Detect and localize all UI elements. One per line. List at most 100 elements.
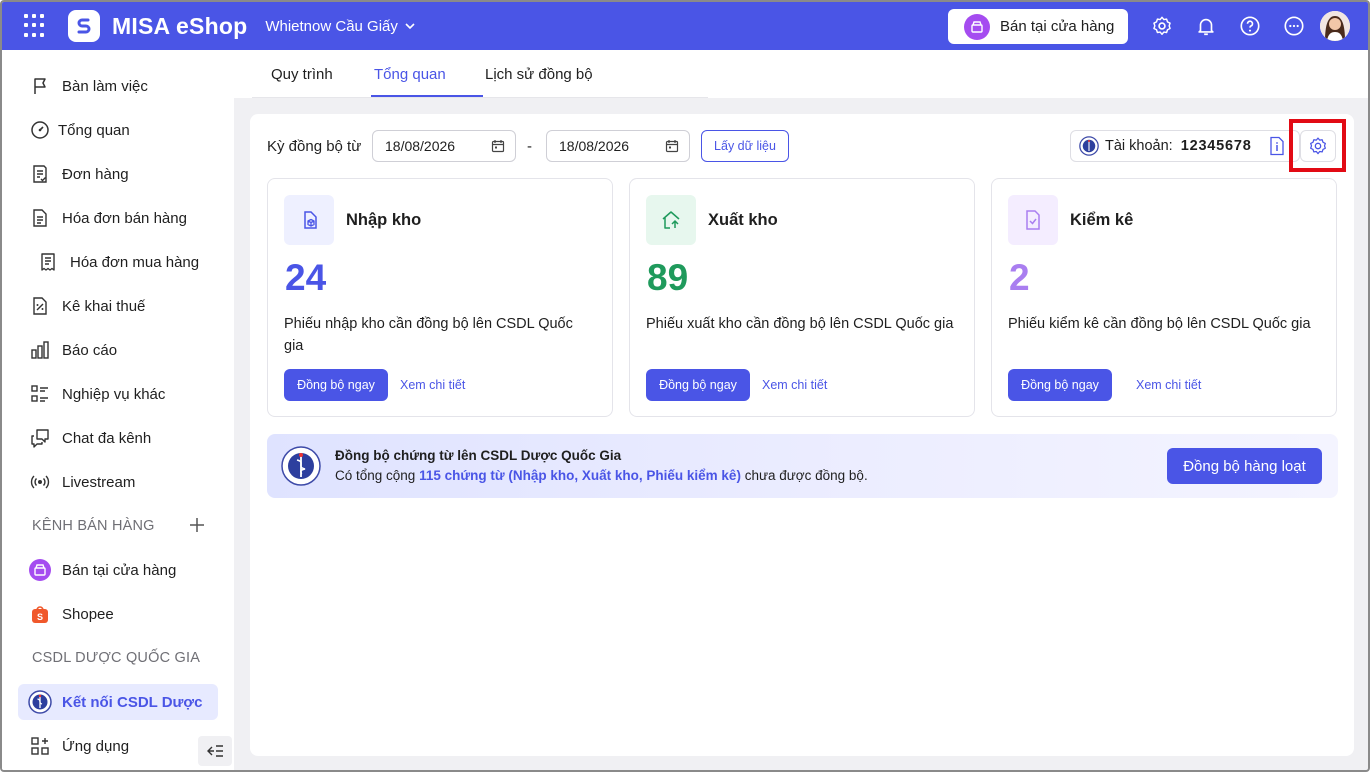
sidebar-item-sales-invoice[interactable]: Hóa đơn bán hàng — [18, 201, 218, 235]
account-number: 12345678 — [1180, 138, 1252, 154]
bulk-sync-banner: Đồng bộ chứng từ lên CSDL Dược Quốc Gia … — [267, 434, 1338, 498]
apps-icon — [28, 734, 52, 758]
flag-icon — [28, 74, 52, 98]
view-detail-link[interactable]: Xem chi tiết — [1136, 378, 1201, 392]
more-icon[interactable] — [1282, 14, 1306, 38]
calendar-icon — [665, 140, 679, 153]
sidebar-item-label: Báo cáo — [62, 341, 118, 359]
banner-title: Đồng bộ chứng từ lên CSDL Dược Quốc Gia — [335, 448, 622, 463]
to-date-input[interactable]: 18/08/2026 — [546, 130, 690, 162]
sidebar-item-label: Bàn làm việc — [62, 77, 148, 95]
card-count: 24 — [285, 257, 327, 298]
sidebar-item-label: Hóa đơn bán hàng — [62, 209, 187, 227]
fetch-data-button[interactable]: Lấy dữ liệu — [701, 130, 789, 162]
receipt-icon — [36, 250, 60, 274]
card-description: Phiếu kiểm kê cần đồng bộ lên CSDL Quốc … — [1008, 316, 1311, 332]
sidebar-item-label: Livestream — [62, 473, 136, 491]
add-channel-icon[interactable] — [188, 516, 206, 534]
sidebar-item-orders[interactable]: Đơn hàng — [18, 157, 218, 191]
ministry-of-health-logo-icon — [281, 446, 321, 486]
calendar-icon — [491, 140, 505, 153]
sidebar-item-label: Shopee — [62, 605, 114, 623]
view-detail-link[interactable]: Xem chi tiết — [400, 378, 465, 392]
sidebar-item-pharma-connect[interactable]: Kết nối CSDL Dược — [18, 684, 218, 720]
list-icon — [28, 382, 52, 406]
collapse-sidebar-button[interactable] — [198, 736, 232, 766]
sidebar-item-label: Ứng dụng — [62, 737, 130, 755]
sidebar-item-workspace[interactable]: Bàn làm việc — [18, 69, 218, 103]
settings-icon[interactable] — [1150, 14, 1174, 38]
bell-icon[interactable] — [1194, 14, 1218, 38]
sidebar-item-purchase-invoice[interactable]: Hóa đơn mua hàng — [26, 245, 226, 279]
sidebar-item-label: Đơn hàng — [62, 165, 129, 183]
sidebar-item-overview[interactable]: Tổng quan — [18, 113, 218, 147]
document-info-icon[interactable] — [1268, 136, 1286, 156]
sidebar-item-label: Kết nối CSDL Dược — [62, 693, 203, 711]
store-icon — [964, 13, 990, 40]
store-icon — [28, 558, 52, 582]
account-box: Tài khoản: 12345678 — [1070, 130, 1300, 162]
from-date-input[interactable]: 18/08/2026 — [372, 130, 516, 162]
tab-process[interactable]: Quy trình — [271, 66, 333, 83]
branch-name: Whietnow Cầu Giấy — [265, 17, 398, 35]
pharma-db-heading: CSDL DƯỢC QUỐC GIA — [32, 650, 201, 666]
card-export: Xuất kho 89 Phiếu xuất kho cần đồng bộ l… — [629, 178, 975, 417]
main-panel: Kỳ đồng bộ từ 18/08/2026 - 18/08/2026 Lấ… — [250, 114, 1354, 756]
tax-icon — [28, 294, 52, 318]
card-count: 89 — [647, 257, 689, 298]
app-window: MISA eShop Whietnow Cầu Giấy Bán tại cửa… — [0, 0, 1370, 772]
branch-selector[interactable]: Whietnow Cầu Giấy — [265, 18, 416, 35]
gauge-icon — [28, 118, 52, 142]
sidebar-item-tax[interactable]: Kê khai thuế — [18, 289, 218, 323]
svg-text:S: S — [37, 612, 43, 622]
shopee-icon: S — [28, 602, 52, 626]
sidebar-item-label: Tổng quan — [58, 121, 130, 139]
sidebar-item-reports[interactable]: Báo cáo — [18, 333, 218, 367]
order-icon — [28, 162, 52, 186]
tab-overview[interactable]: Tổng quan — [374, 66, 446, 83]
collapse-icon — [207, 745, 223, 757]
view-detail-link[interactable]: Xem chi tiết — [762, 378, 827, 392]
export-house-icon — [646, 195, 696, 245]
bulk-sync-button[interactable]: Đồng bộ hàng loạt — [1167, 448, 1322, 484]
sales-channels-heading: KÊNH BÁN HÀNG — [32, 518, 155, 534]
sidebar-item-label: Chat đa kênh — [62, 429, 152, 447]
sell-in-store-button[interactable]: Bán tại cửa hàng — [948, 9, 1128, 44]
sidebar-item-label: Bán tại cửa hàng — [62, 561, 177, 579]
tab-bar: Quy trình Tổng quan Lịch sử đồng bộ — [234, 50, 1368, 98]
tab-sync-history[interactable]: Lịch sử đồng bộ — [485, 66, 593, 83]
sync-now-button[interactable]: Đồng bộ ngay — [1008, 369, 1112, 401]
import-box-icon — [284, 195, 334, 245]
chevron-down-icon — [405, 23, 415, 30]
sidebar-item-chat[interactable]: Chat đa kênh — [18, 421, 218, 455]
banner-text-before: Có tổng cộng — [335, 468, 420, 483]
card-description: Phiếu nhập kho cần đồng bộ lên CSDL Quốc… — [284, 316, 573, 354]
sidebar-item-apps[interactable]: Ứng dụng — [18, 729, 218, 763]
sidebar-item-other[interactable]: Nghiệp vụ khác — [18, 377, 218, 411]
chat-icon — [28, 426, 52, 450]
sidebar-item-label: Nghiệp vụ khác — [62, 385, 166, 403]
banner-message: Có tổng cộng 115 chứng từ (Nhập kho, Xuấ… — [335, 468, 868, 483]
top-bar: MISA eShop Whietnow Cầu Giấy Bán tại cửa… — [2, 2, 1368, 50]
user-avatar[interactable] — [1320, 11, 1350, 41]
to-date-value: 18/08/2026 — [559, 138, 630, 154]
card-description: Phiếu xuất kho cần đồng bộ lên CSDL Quốc… — [646, 316, 954, 332]
app-grid-icon[interactable] — [24, 14, 48, 38]
card-title: Kiểm kê — [1070, 211, 1134, 229]
ministry-of-health-logo-icon — [28, 690, 52, 714]
brand-name: MISA eShop — [112, 12, 248, 39]
highlight-box — [1289, 119, 1346, 172]
sync-now-button[interactable]: Đồng bộ ngay — [284, 369, 388, 401]
sync-now-button[interactable]: Đồng bộ ngay — [646, 369, 750, 401]
help-icon[interactable] — [1238, 14, 1262, 38]
tab-strip: Quy trình Tổng quan Lịch sử đồng bộ — [252, 50, 708, 98]
card-count: 2 — [1009, 257, 1030, 298]
sidebar-item-livestream[interactable]: Livestream — [18, 465, 218, 499]
chart-icon — [28, 338, 52, 362]
account-label: Tài khoản: — [1105, 138, 1173, 154]
card-title: Xuất kho — [708, 211, 778, 229]
sidebar-item-shopee[interactable]: S Shopee — [18, 597, 218, 631]
sidebar: Bàn làm việc Tổng quan Đơn hàng Hóa đơn … — [2, 50, 234, 770]
sidebar-item-store-channel[interactable]: Bán tại cửa hàng — [18, 553, 218, 587]
inventory-check-icon — [1008, 195, 1058, 245]
